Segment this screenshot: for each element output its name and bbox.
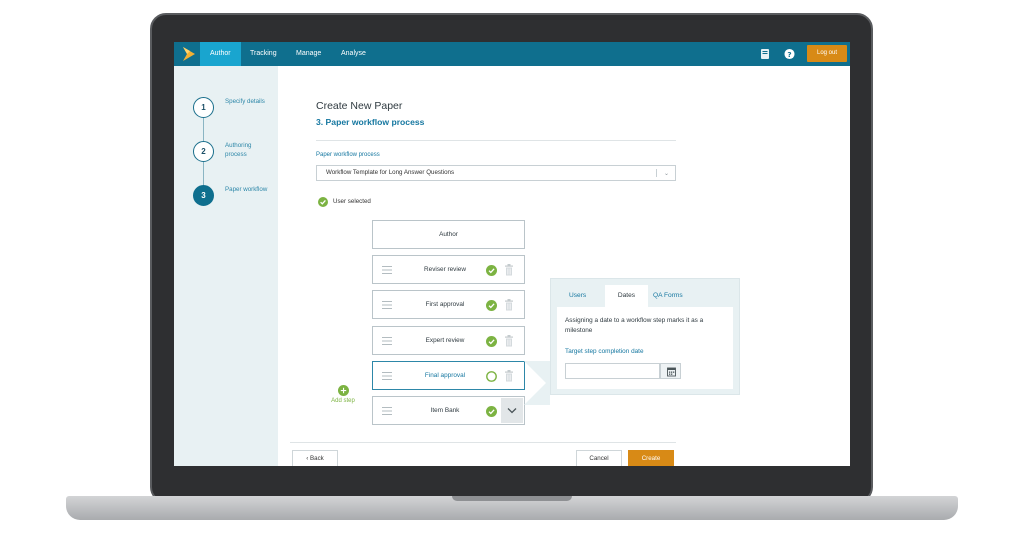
- progress-sidebar: 1 Specify details 2 Authoring process 3 …: [174, 66, 278, 466]
- workflow-step-label: First approval: [425, 301, 465, 308]
- chevron-down-icon: ⌄: [663, 171, 669, 177]
- step-3-label: Paper workflow: [225, 186, 268, 193]
- create-button[interactable]: Create: [628, 450, 674, 466]
- page-subtitle: 3. Paper workflow process: [316, 117, 425, 127]
- workflow-step-label: Final approval: [424, 372, 466, 379]
- workflow-process-value: Workflow Template for Long Answer Questi…: [326, 169, 455, 176]
- nav-tab-author[interactable]: Author: [200, 42, 241, 66]
- nav-tab-tracking[interactable]: Tracking: [240, 42, 287, 66]
- main-content: Create New Paper 3. Paper workflow proce…: [278, 66, 850, 466]
- target-date-input[interactable]: [565, 363, 660, 379]
- tab-users[interactable]: Users: [569, 285, 586, 307]
- back-label: Back: [310, 455, 324, 462]
- nav-tab-analyse[interactable]: Analyse: [331, 42, 376, 66]
- step-2-circle[interactable]: 2: [193, 141, 214, 162]
- cancel-button[interactable]: Cancel: [576, 450, 622, 466]
- step-1-label: Specify details: [225, 98, 265, 105]
- expand-step-button[interactable]: [501, 398, 523, 423]
- empty-circle-icon: [486, 371, 497, 382]
- step-2-label: Authoring process: [225, 142, 252, 158]
- check-circle-icon: [318, 197, 328, 207]
- trash-icon[interactable]: [504, 335, 514, 347]
- select-divider: [656, 169, 657, 177]
- nav-tab-manage[interactable]: Manage: [286, 42, 331, 66]
- logout-button[interactable]: Log out: [807, 45, 847, 62]
- workflow-step-label: Expert review: [425, 337, 465, 344]
- user-selected-text: User selected: [333, 198, 371, 205]
- workflow-process-label: Paper workflow process: [316, 152, 380, 158]
- drag-handle-icon[interactable]: [382, 372, 392, 380]
- workflow-author-box[interactable]: Author: [372, 220, 525, 249]
- tab-qa-forms[interactable]: QA Forms: [653, 285, 683, 307]
- dates-panel: Assigning a date to a workflow step mark…: [557, 307, 733, 389]
- laptop-mockup: Author Tracking Manage Analyse ? Log out…: [0, 0, 1024, 536]
- trash-icon[interactable]: [504, 299, 514, 311]
- step-settings-popover: Users Dates QA Forms Assigning a date to…: [550, 278, 740, 395]
- workflow-step-first-approval[interactable]: First approval: [372, 290, 525, 319]
- check-circle-icon: [486, 265, 497, 276]
- drag-handle-icon[interactable]: [382, 407, 392, 415]
- chevron-left-icon: ‹: [306, 455, 309, 462]
- workflow-step-item-bank[interactable]: Item Bank: [372, 396, 525, 425]
- calendar-button[interactable]: [660, 363, 681, 379]
- target-date-label: Target step completion date: [565, 348, 644, 355]
- app-logo-icon: [183, 47, 195, 61]
- help-icon[interactable]: ?: [784, 48, 795, 60]
- book-icon[interactable]: [760, 48, 771, 60]
- back-button[interactable]: ‹ Back: [292, 450, 338, 466]
- milestone-description: Assigning a date to a workflow step mark…: [565, 317, 704, 334]
- page-title: Create New Paper: [316, 100, 403, 112]
- divider: [316, 140, 676, 141]
- drag-handle-icon[interactable]: [382, 337, 392, 345]
- workflow-step-expert-review[interactable]: Expert review: [372, 326, 525, 355]
- add-step-label: Add step: [331, 398, 355, 404]
- trash-icon[interactable]: [504, 264, 514, 276]
- trash-icon[interactable]: [504, 370, 514, 382]
- footer-divider: [290, 442, 676, 443]
- check-circle-icon: [486, 336, 497, 347]
- svg-text:?: ?: [787, 50, 791, 59]
- step-3-circle[interactable]: 3: [193, 185, 214, 206]
- workflow-author-label: Author: [439, 231, 458, 238]
- app-screen: Author Tracking Manage Analyse ? Log out…: [174, 42, 850, 466]
- workflow-process-select[interactable]: Workflow Template for Long Answer Questi…: [316, 165, 676, 181]
- top-navigation-bar: Author Tracking Manage Analyse ? Log out: [174, 42, 850, 66]
- step-1-circle[interactable]: 1: [193, 97, 214, 118]
- check-circle-icon: [486, 300, 497, 311]
- chevron-down-icon: [507, 408, 517, 414]
- workflow-step-reviser-review[interactable]: Reviser review: [372, 255, 525, 284]
- workflow-step-label: Reviser review: [424, 266, 466, 273]
- drag-handle-icon[interactable]: [382, 301, 392, 309]
- drag-handle-icon[interactable]: [382, 266, 392, 274]
- plus-circle-icon: [337, 385, 349, 396]
- laptop-notch: [452, 496, 572, 501]
- workflow-step-label: Item Bank: [430, 407, 460, 414]
- tab-dates[interactable]: Dates: [605, 285, 648, 307]
- calendar-icon: [667, 367, 676, 377]
- check-circle-icon: [486, 406, 497, 417]
- add-step-button[interactable]: Add step: [327, 385, 359, 404]
- workflow-step-final-approval[interactable]: Final approval: [372, 361, 525, 390]
